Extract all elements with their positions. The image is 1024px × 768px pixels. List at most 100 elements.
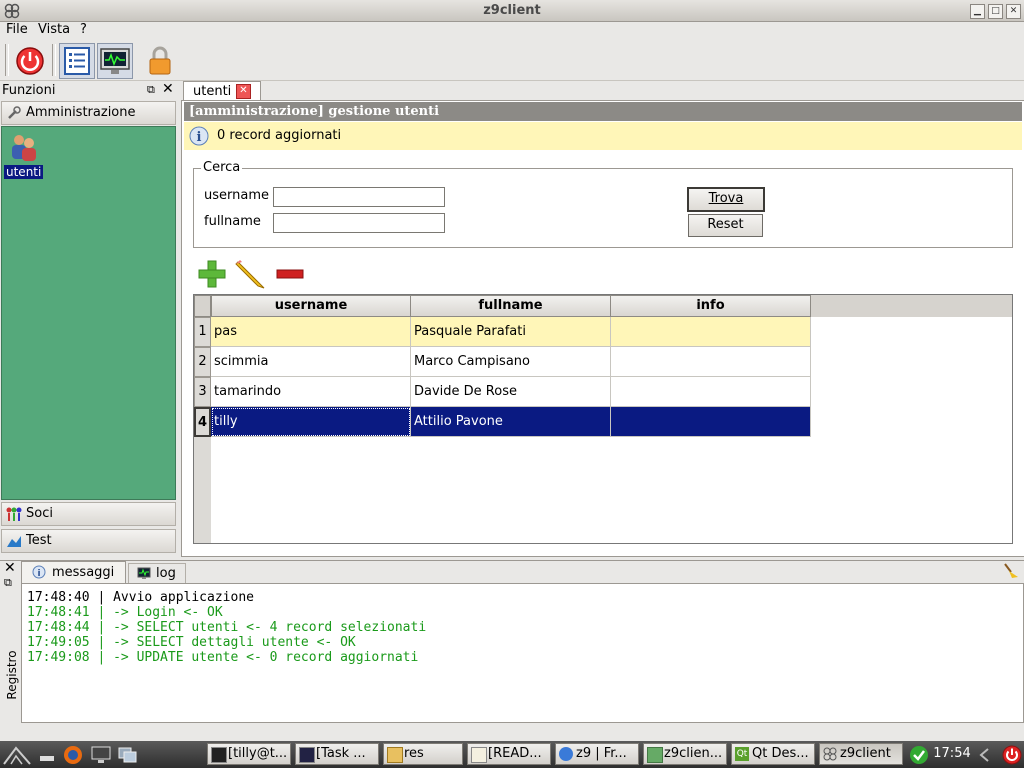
- row-number[interactable]: 4: [194, 407, 211, 437]
- log-line: 17:49:08 | -> UPDATE utente <- 0 record …: [27, 650, 419, 665]
- menu-file[interactable]: File: [6, 22, 28, 37]
- lock-button[interactable]: [142, 43, 178, 79]
- power-icon[interactable]: [1001, 744, 1023, 766]
- functions-panel: Funzioni ⧉ ✕ Amministrazione utenti Soci…: [0, 81, 177, 557]
- username-input[interactable]: [273, 187, 445, 207]
- maximize-button[interactable]: □: [988, 4, 1003, 19]
- title-bar[interactable]: z9client ▁ □ ✕: [0, 0, 1024, 22]
- monitor-icon: [100, 48, 130, 74]
- desktop-icon[interactable]: [38, 747, 56, 763]
- list-button[interactable]: [59, 43, 95, 79]
- table-cell-info[interactable]: [611, 347, 811, 377]
- fullname-input[interactable]: [273, 213, 445, 233]
- menu-vista[interactable]: Vista: [38, 22, 70, 37]
- task-terminal[interactable]: [tilly@t...: [207, 743, 291, 765]
- info-icon: i: [189, 126, 209, 146]
- section-label: Amministrazione: [26, 105, 136, 120]
- task-label: [READ...: [488, 746, 542, 761]
- main-area: utenti ✕ [amministrazione] gestione uten…: [181, 81, 1024, 557]
- find-button[interactable]: Trova: [687, 187, 765, 212]
- reset-button[interactable]: Reset: [688, 214, 763, 237]
- task-browser[interactable]: z9 | Fr...: [555, 743, 639, 765]
- row-number[interactable]: 3: [194, 377, 211, 407]
- task-res[interactable]: res: [383, 743, 463, 765]
- table-corner[interactable]: [194, 295, 211, 317]
- folder-icon: [387, 747, 403, 763]
- table-cell-username[interactable]: scimmia: [211, 347, 411, 377]
- task-editor[interactable]: z9clien...: [643, 743, 727, 765]
- broom-icon[interactable]: [1002, 563, 1020, 579]
- table-body: 1 pas Pasquale Parafati 2 scimmia Marco …: [194, 317, 1012, 543]
- row-number[interactable]: 1: [194, 317, 211, 347]
- section-amministrazione[interactable]: Amministrazione: [1, 101, 176, 125]
- close-icon[interactable]: ✕: [162, 81, 174, 97]
- divider: [0, 560, 1024, 561]
- close-icon[interactable]: ✕: [4, 560, 16, 576]
- section-soci[interactable]: Soci: [1, 502, 176, 526]
- table-cell-fullname[interactable]: Pasquale Parafati: [411, 317, 611, 347]
- column-header-username[interactable]: username: [211, 295, 411, 317]
- log-panel: ✕ ⧉ Registro i messaggi log 17:48:40 | A…: [0, 560, 1024, 740]
- function-item-label: utenti: [4, 165, 44, 179]
- section-label: Test: [26, 533, 52, 548]
- monitor-icon: [299, 747, 315, 763]
- tab-messaggi[interactable]: i messaggi: [21, 561, 126, 584]
- info-bar: i 0 record aggiornati: [184, 122, 1022, 150]
- minimize-button[interactable]: ▁: [970, 4, 985, 19]
- table-cell-fullname[interactable]: Attilio Pavone: [411, 407, 611, 437]
- monitor-button[interactable]: [97, 43, 133, 79]
- task-manager[interactable]: [Task ...: [295, 743, 379, 765]
- lock-icon: [149, 46, 171, 75]
- page-title: [amministrazione] gestione utenti: [184, 102, 1022, 121]
- info-icon: i: [32, 565, 46, 579]
- power-button[interactable]: [12, 43, 48, 79]
- function-item-utenti[interactable]: utenti: [2, 131, 52, 179]
- computer-icon[interactable]: [90, 745, 112, 765]
- task-readme[interactable]: [READ...: [467, 743, 551, 765]
- add-icon[interactable]: [196, 258, 228, 290]
- window-title: z9client: [483, 3, 541, 18]
- float-icon[interactable]: ⧉: [4, 576, 12, 590]
- tab-utenti[interactable]: utenti ✕: [183, 81, 261, 102]
- column-header-fullname[interactable]: fullname: [410, 295, 611, 317]
- info-message: 0 record aggiornati: [217, 128, 342, 143]
- document-icon: [471, 747, 487, 763]
- edit-icon[interactable]: [234, 258, 268, 290]
- tab-log[interactable]: log: [128, 563, 186, 584]
- table-cell-fullname[interactable]: Marco Campisano: [411, 347, 611, 377]
- clock[interactable]: 17:54: [931, 743, 973, 765]
- menu-help[interactable]: ?: [80, 22, 87, 37]
- power-icon: [16, 47, 44, 75]
- float-icon[interactable]: ⧉: [147, 83, 155, 97]
- table-cell-fullname[interactable]: Davide De Rose: [411, 377, 611, 407]
- chevron-left-icon[interactable]: [976, 746, 994, 764]
- table-cell-info[interactable]: [611, 377, 811, 407]
- table-cell-username[interactable]: tilly: [211, 407, 411, 437]
- log-output[interactable]: 17:48:40 | Avvio applicazione 17:48:41 |…: [21, 583, 1024, 723]
- row-number[interactable]: 2: [194, 347, 211, 377]
- section-test[interactable]: Test: [1, 529, 176, 553]
- table-cell-info[interactable]: [611, 407, 811, 437]
- network-status-icon[interactable]: [908, 744, 930, 766]
- close-button[interactable]: ✕: [1006, 4, 1021, 19]
- taskbar: [tilly@t... [Task ... res [READ... z9 | …: [0, 741, 1024, 768]
- close-tab-icon[interactable]: ✕: [236, 84, 251, 99]
- table-cell-info[interactable]: [611, 317, 811, 347]
- terminal-icon: [211, 747, 227, 763]
- task-qt-designer[interactable]: Qt Qt Des...: [731, 743, 815, 765]
- table-cell-username[interactable]: pas: [211, 317, 411, 347]
- task-label: z9client: [840, 746, 891, 761]
- table-cell-username[interactable]: tamarindo: [211, 377, 411, 407]
- delete-icon[interactable]: [274, 258, 306, 290]
- functions-list: utenti: [1, 126, 176, 500]
- start-menu-icon[interactable]: [2, 744, 32, 766]
- qt-icon: Qt: [735, 747, 749, 761]
- windows-icon[interactable]: [117, 745, 139, 765]
- toolbar-grip[interactable]: [5, 44, 9, 76]
- column-header-info[interactable]: info: [610, 295, 811, 317]
- editor-icon: [647, 747, 663, 763]
- find-button-label: Trova: [708, 191, 744, 206]
- firefox-icon[interactable]: [62, 744, 84, 766]
- search-group: Cerca username fullname Trova Reset: [193, 160, 1013, 248]
- task-z9client[interactable]: z9client: [819, 743, 903, 765]
